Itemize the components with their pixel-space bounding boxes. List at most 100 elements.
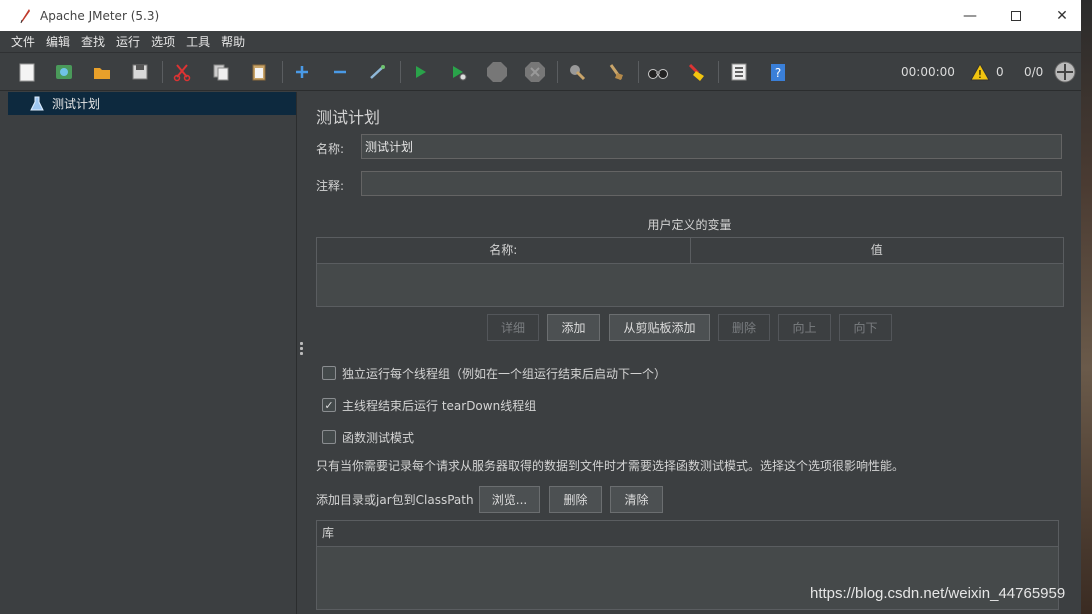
new-button[interactable] xyxy=(15,60,39,84)
menu-options[interactable]: 选项 xyxy=(151,33,175,50)
column-header-name[interactable]: 名称: xyxy=(317,238,690,263)
window-title: Apache JMeter (5.3) xyxy=(40,8,160,23)
teardown-after-shutdown-checkbox[interactable]: ✓ xyxy=(322,398,336,412)
title-bar: Apache JMeter (5.3) — ✕ xyxy=(0,0,1081,31)
shutdown-icon xyxy=(525,62,545,82)
remote-status-icon[interactable] xyxy=(1054,61,1076,83)
move-down-button[interactable]: 向下 xyxy=(839,314,892,341)
minus-icon xyxy=(334,70,346,74)
teardown-after-shutdown-label: 主线程结束后运行 tearDown线程组 xyxy=(342,399,537,413)
play-no-timers-icon xyxy=(453,66,467,81)
function-helper-button[interactable] xyxy=(727,60,751,84)
play-icon xyxy=(416,66,426,78)
active-threads: 0/0 xyxy=(1024,65,1044,79)
menu-file[interactable]: 文件 xyxy=(11,33,35,50)
user-variables-title: 用户定义的变量 xyxy=(647,218,732,232)
tree-item-test-plan[interactable]: 测试计划 xyxy=(8,92,296,115)
templates-button[interactable] xyxy=(52,60,76,84)
svg-text:?: ? xyxy=(775,66,781,80)
binoculars-icon xyxy=(648,69,668,79)
menu-bar: 文件 编辑 查找 运行 选项 工具 帮助 xyxy=(0,31,1081,53)
classpath-clear-button[interactable]: 清除 xyxy=(610,486,663,513)
delete-button[interactable]: 删除 xyxy=(718,314,770,341)
splitter-grip-icon xyxy=(300,342,303,357)
cut-button[interactable] xyxy=(170,60,194,84)
classpath-label: 添加目录或jar包到ClassPath xyxy=(316,493,474,507)
name-field[interactable] xyxy=(361,134,1062,159)
search-button[interactable] xyxy=(646,60,670,84)
start-no-pauses-button[interactable] xyxy=(446,60,470,84)
warning-count: 0 xyxy=(996,65,1004,79)
test-plan-panel: 测试计划 名称: 注释: 用户定义的变量 名称: 值 详细 添加 从剪贴板添加 … xyxy=(306,92,1081,614)
add-from-clipboard-button[interactable]: 从剪贴板添加 xyxy=(609,314,710,341)
table-header: 名称: 值 xyxy=(317,238,1063,264)
run-groups-consecutively-label: 独立运行每个线程组（例如在一个组运行结束后启动下一个） xyxy=(342,367,667,381)
run-groups-consecutively-checkbox[interactable] xyxy=(322,366,336,380)
paste-button[interactable] xyxy=(247,60,271,84)
functional-mode-note: 只有当你需要记录每个请求从服务器取得的数据到文件时才需要选择函数测试模式。选择这… xyxy=(316,459,905,473)
broom-icon xyxy=(609,64,623,80)
shutdown-button[interactable] xyxy=(523,60,547,84)
stop-icon xyxy=(487,62,507,82)
menu-help[interactable]: 帮助 xyxy=(221,33,245,50)
toggle-button[interactable] xyxy=(366,60,390,84)
collapse-all-button[interactable] xyxy=(328,60,352,84)
broom-gear-icon xyxy=(570,65,586,81)
open-button[interactable] xyxy=(90,60,114,84)
wand-toggle-icon xyxy=(370,65,385,79)
save-button[interactable] xyxy=(128,60,152,84)
minimize-icon: — xyxy=(963,7,977,24)
test-plan-tree: 测试计划 xyxy=(0,92,297,614)
menu-edit[interactable]: 编辑 xyxy=(46,33,70,50)
library-table-header: 库 xyxy=(317,521,1058,547)
toolbar-separator xyxy=(282,61,283,83)
clear-button[interactable] xyxy=(565,60,589,84)
checkmark-icon: ✓ xyxy=(324,398,334,412)
minimize-button[interactable]: — xyxy=(947,0,993,31)
functional-test-mode-checkbox[interactable] xyxy=(322,430,336,444)
toolbar-separator xyxy=(162,61,163,83)
expand-all-button[interactable] xyxy=(290,60,314,84)
maximize-icon xyxy=(1011,10,1021,21)
reset-search-button[interactable] xyxy=(684,60,708,84)
menu-run[interactable]: 运行 xyxy=(116,33,140,50)
maximize-button[interactable] xyxy=(993,0,1039,31)
functional-test-mode-label: 函数测试模式 xyxy=(342,431,415,445)
new-file-icon xyxy=(19,63,35,82)
desktop-background-strip xyxy=(1081,0,1092,614)
clear-all-button[interactable] xyxy=(604,60,628,84)
help-book-icon: ? xyxy=(771,64,785,81)
save-icon xyxy=(132,64,148,80)
detail-button[interactable]: 详细 xyxy=(487,314,539,341)
warning-icon[interactable]: ! xyxy=(970,63,990,81)
jmeter-window: Apache JMeter (5.3) — ✕ 文件 编辑 查找 运行 选项 工… xyxy=(0,0,1081,614)
svg-text:!: ! xyxy=(978,68,982,81)
column-header-library[interactable]: 库 xyxy=(317,521,1058,546)
list-icon xyxy=(731,63,747,81)
user-variables-table[interactable]: 名称: 值 xyxy=(316,237,1064,307)
toolbar-separator xyxy=(557,61,558,83)
panel-heading: 测试计划 xyxy=(316,108,381,127)
menu-tools[interactable]: 工具 xyxy=(186,33,210,50)
column-header-value[interactable]: 值 xyxy=(689,238,1064,263)
start-button[interactable] xyxy=(408,60,432,84)
close-button[interactable]: ✕ xyxy=(1039,0,1081,31)
plus-icon xyxy=(296,66,308,78)
help-button[interactable]: ? xyxy=(766,60,790,84)
comment-field[interactable] xyxy=(361,171,1062,196)
browse-button[interactable]: 浏览... xyxy=(479,486,540,513)
menu-search[interactable]: 查找 xyxy=(81,33,105,50)
add-button[interactable]: 添加 xyxy=(547,314,600,341)
clipboard-icon xyxy=(252,64,266,81)
classpath-delete-button[interactable]: 删除 xyxy=(549,486,602,513)
jmeter-feather-icon xyxy=(20,8,30,23)
broom-yellow-icon xyxy=(688,63,704,81)
tree-item-label: 测试计划 xyxy=(52,97,101,111)
toolbar: ? 00:00:00 ! 0 0/0 xyxy=(0,53,1081,91)
copy-button[interactable] xyxy=(209,60,233,84)
flask-icon xyxy=(30,96,44,110)
toolbar-separator xyxy=(400,61,401,83)
toolbar-separator xyxy=(718,61,719,83)
stop-button[interactable] xyxy=(485,60,509,84)
move-up-button[interactable]: 向上 xyxy=(778,314,831,341)
